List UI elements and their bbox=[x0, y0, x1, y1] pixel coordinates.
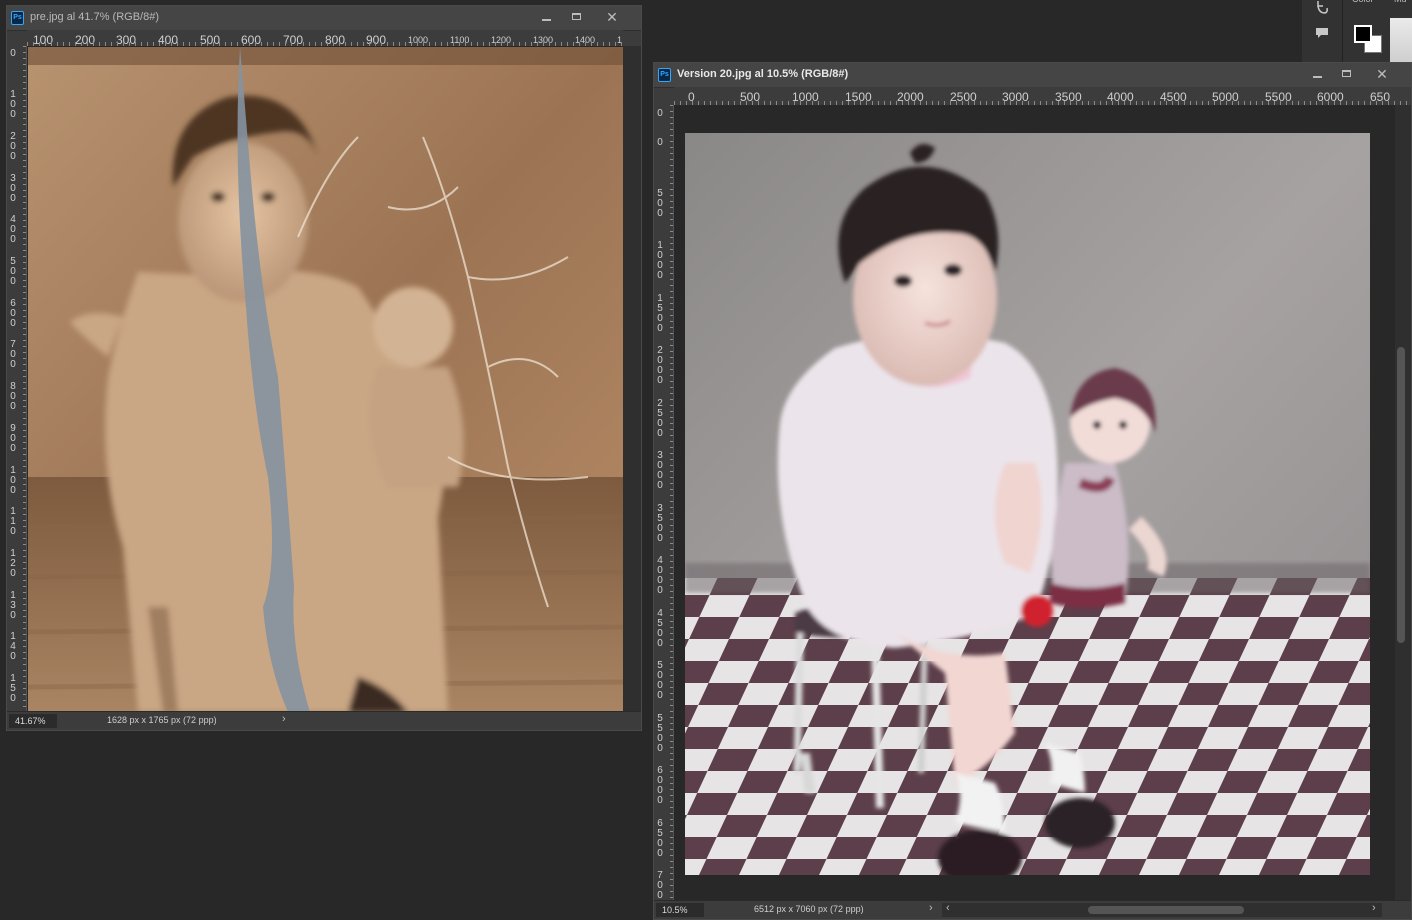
history-brush-icon[interactable] bbox=[1310, 0, 1334, 22]
ruler-label: 3 5 0 0 bbox=[657, 503, 663, 544]
ruler-label: 2 0 0 0 bbox=[657, 345, 663, 386]
ruler-label: 0 bbox=[10, 48, 16, 59]
document-info[interactable]: 1628 px x 1765 px (72 ppp) bbox=[107, 715, 217, 725]
horizontal-scroll-thumb[interactable] bbox=[1088, 906, 1244, 914]
vertical-ruler[interactable]: 0 0 5 0 0 1 0 0 0 1 5 0 0 2 0 0 0 2 5 0 … bbox=[654, 105, 674, 903]
ruler-label: 5 0 0 bbox=[10, 256, 16, 287]
horizontal-scrollbar[interactable]: ‹ › bbox=[942, 902, 1382, 917]
ruler-label: 1 4 0 bbox=[10, 631, 16, 662]
ruler-label: 0 bbox=[657, 137, 663, 148]
ruler-label: 5 5 0 0 bbox=[657, 713, 663, 754]
vertical-scrollbar[interactable] bbox=[623, 46, 641, 712]
ruler-label: 4 0 0 0 bbox=[657, 555, 663, 596]
ruler-label: 1 1 0 bbox=[10, 506, 16, 537]
document-title: pre.jpg al 41.7% (RGB/8#) bbox=[30, 11, 160, 23]
panel-label[interactable]: Mu bbox=[1394, 0, 1407, 4]
scroll-right-icon[interactable]: › bbox=[1372, 902, 1376, 914]
maximize-icon[interactable] bbox=[1331, 63, 1361, 86]
color-panel-edge bbox=[1390, 18, 1412, 62]
document-info[interactable]: 6512 px x 7060 px (72 ppp) bbox=[754, 904, 864, 914]
vertical-scroll-thumb[interactable] bbox=[1397, 347, 1405, 643]
panel-divider bbox=[1342, 0, 1343, 62]
ruler-label: 1 0 0 0 bbox=[657, 240, 663, 281]
scroll-left-icon[interactable]: ‹ bbox=[946, 902, 950, 914]
color-panel-label[interactable]: Color bbox=[1352, 0, 1374, 4]
ruler-ticks bbox=[670, 105, 673, 903]
ruler-label: 1 0 0 bbox=[10, 465, 16, 496]
colorized-photo-child-with-doll bbox=[685, 133, 1370, 875]
foreground-color-swatch[interactable] bbox=[1354, 25, 1372, 43]
ruler-label: 1 0 0 bbox=[10, 89, 16, 120]
close-icon[interactable]: ✕ bbox=[597, 6, 627, 29]
zoom-field[interactable]: 10.5% bbox=[656, 903, 704, 917]
close-icon[interactable]: ✕ bbox=[1367, 63, 1397, 86]
ruler-label: 1 5 0 0 bbox=[657, 293, 663, 334]
minimize-icon[interactable] bbox=[531, 6, 561, 29]
ruler-label: 6 0 0 bbox=[10, 298, 16, 329]
ruler-label: 1 2 0 bbox=[10, 548, 16, 579]
tools-panel: Color Mu bbox=[1302, 0, 1412, 62]
vertical-ruler[interactable]: 0 1 0 0 2 0 0 3 0 0 4 0 0 5 0 0 6 0 0 7 … bbox=[7, 46, 27, 712]
ruler-label: 6 5 0 0 bbox=[657, 818, 663, 859]
ruler-label: 1 3 0 bbox=[10, 590, 16, 621]
document-window-pre[interactable]: Ps pre.jpg al 41.7% (RGB/8#) ✕ 100 200 3… bbox=[6, 5, 642, 731]
horizontal-ruler[interactable]: 100 200 300 400 500 600 700 800 900 1000… bbox=[27, 30, 623, 47]
chevron-right-icon[interactable]: › bbox=[929, 902, 933, 914]
ruler-label: 3 0 0 bbox=[10, 173, 16, 204]
ruler-label: 8 0 0 bbox=[10, 381, 16, 412]
window-titlebar[interactable]: Ps Version 20.jpg al 10.5% (RGB/8#) ✕ bbox=[654, 63, 1411, 88]
canvas-area[interactable] bbox=[674, 105, 1395, 903]
ruler-label: 5 0 0 bbox=[657, 188, 663, 219]
ruler-label: 4 5 0 0 bbox=[657, 608, 663, 649]
ruler-label: 7 0 0 bbox=[657, 870, 663, 901]
photoshop-doc-icon: Ps bbox=[11, 11, 24, 25]
maximize-icon[interactable] bbox=[561, 6, 591, 29]
document-title: Version 20.jpg al 10.5% (RGB/8#) bbox=[677, 68, 849, 80]
minimize-icon[interactable] bbox=[1302, 63, 1332, 86]
window-titlebar[interactable]: Ps pre.jpg al 41.7% (RGB/8#) ✕ bbox=[7, 6, 641, 31]
ruler-label: 7 0 0 bbox=[10, 339, 16, 370]
sepia-photo-child-with-doll bbox=[28, 47, 623, 712]
document-window-version20[interactable]: Ps Version 20.jpg al 10.5% (RGB/8#) ✕ 0 … bbox=[653, 62, 1412, 920]
ruler-ticks bbox=[23, 46, 26, 712]
status-bar: 41.67% 1628 px x 1765 px (72 ppp) › bbox=[7, 711, 641, 730]
ruler-label: 1 5 0 bbox=[10, 673, 16, 704]
chevron-right-icon[interactable]: › bbox=[282, 713, 286, 725]
photoshop-doc-icon: Ps bbox=[658, 68, 671, 82]
ruler-label: 4 0 0 bbox=[10, 214, 16, 245]
ruler-label: 9 0 0 bbox=[10, 423, 16, 454]
ruler-label: 2 0 0 bbox=[10, 131, 16, 162]
ruler-label: 6 0 0 0 bbox=[657, 765, 663, 806]
canvas-area[interactable] bbox=[27, 46, 623, 712]
ruler-label: 2 5 0 0 bbox=[657, 398, 663, 439]
horizontal-ruler[interactable]: 0 500 1000 1500 2000 2500 3000 3500 4000… bbox=[674, 87, 1411, 106]
status-bar: 10.5% 6512 px x 7060 px (72 ppp) › ‹ › bbox=[654, 900, 1411, 919]
ruler-label: 3 0 0 0 bbox=[657, 450, 663, 491]
ruler-label: 5 0 0 0 bbox=[657, 660, 663, 701]
comment-icon[interactable] bbox=[1310, 25, 1334, 47]
ruler-label: 0 bbox=[657, 108, 663, 119]
vertical-scrollbar[interactable] bbox=[1395, 105, 1411, 903]
zoom-field[interactable]: 41.67% bbox=[9, 714, 57, 728]
